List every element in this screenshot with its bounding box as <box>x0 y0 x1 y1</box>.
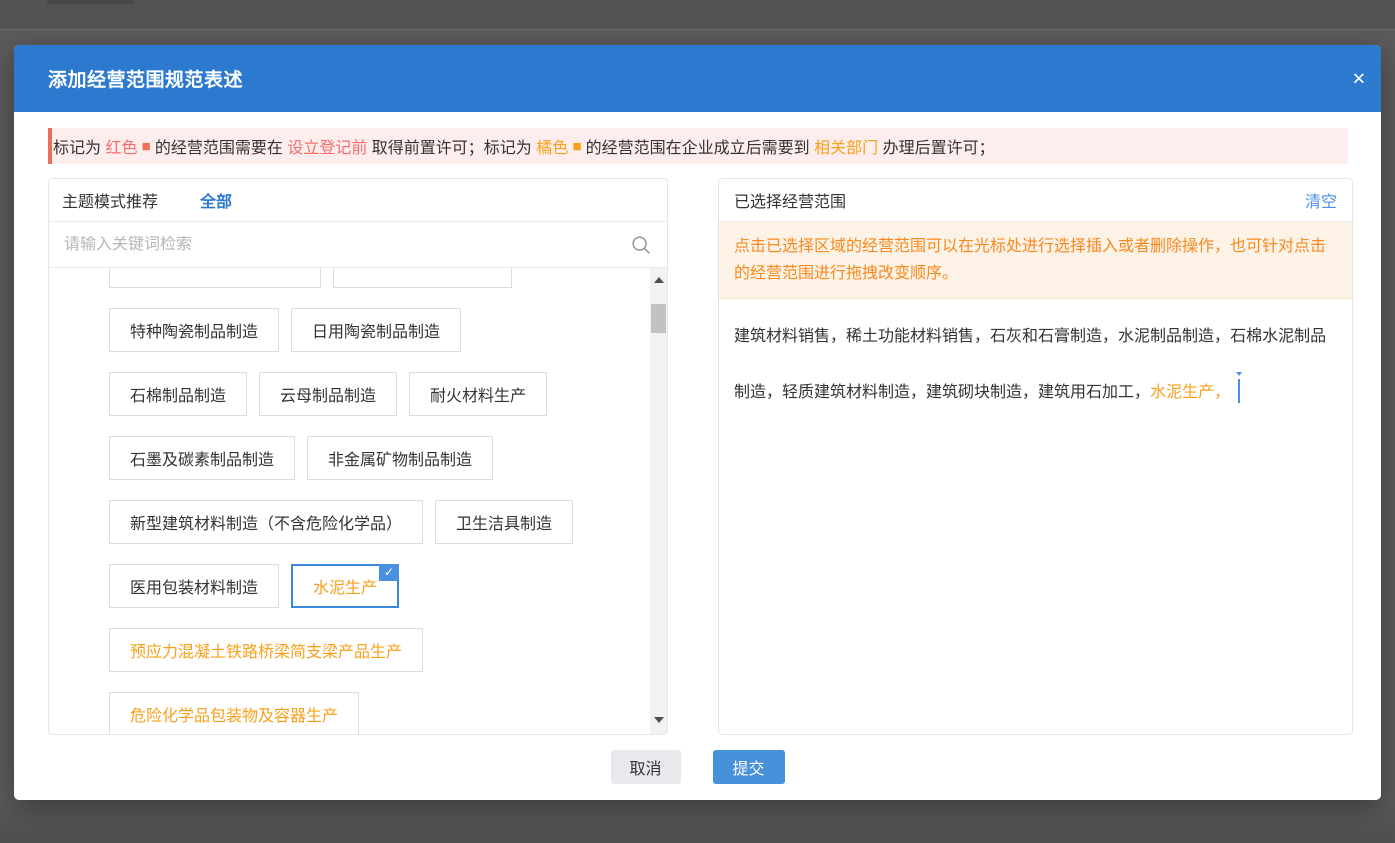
tag-label: 水泥生产 <box>313 574 377 598</box>
check-icon: ✓ <box>379 564 399 581</box>
related-department-link: 相关部门 <box>814 134 878 158</box>
tag-label: 非金属矿物制品制造 <box>328 446 472 470</box>
tag-button[interactable]: 卫生洁具制造 <box>435 500 573 544</box>
selected-scope-text-area[interactable]: 建筑材料销售，稀土功能材料销售，石灰和石膏制造，水泥制品制造，石棉水泥制品制造，… <box>719 299 1352 734</box>
text-caret <box>1238 379 1240 403</box>
dimmed-page-background <box>0 0 1395 30</box>
tag-button[interactable]: 日用陶瓷制品制造 <box>291 308 461 352</box>
notice-text: 标记为 <box>53 134 105 158</box>
tag-button[interactable]: 石墨及碳素制品制造 <box>109 436 295 480</box>
notice-text: 办理后置许可； <box>878 134 994 158</box>
selected-scope-item[interactable]: 石灰和石膏制造， <box>990 328 1118 345</box>
tab-theme-mode[interactable]: 主题模式推荐 <box>62 188 158 212</box>
scrollbar[interactable] <box>650 268 667 734</box>
selected-scope-panel: 已选择经营范围 清空 点击已选择区域的经营范围可以在光标处进行选择插入或者删除操… <box>718 178 1353 735</box>
dimmed-page-text-remnant <box>47 0 135 4</box>
tag-label: 石棉制品制造 <box>130 382 226 406</box>
drag-hint-text: 点击已选择区域的经营范围可以在光标处进行选择插入或者删除操作，也可针对点击的经营… <box>719 222 1352 299</box>
selected-scope-item[interactable]: 建筑用石加工， <box>1038 384 1150 401</box>
tag-label: 特种陶瓷制品制造 <box>130 318 258 342</box>
tag-label: 新型建筑材料制造（不含危险化学品） <box>130 510 402 534</box>
tag-label: 卫生洁具制造 <box>456 510 552 534</box>
selected-scope-item[interactable]: 水泥制品制造， <box>1118 328 1230 345</box>
tag-row: 石墨及碳素制品制造 非金属矿物制品制造 <box>109 436 637 480</box>
tag-button-partial[interactable] <box>109 268 321 288</box>
scroll-up-icon[interactable] <box>650 272 667 288</box>
tag-label: 日用陶瓷制品制造 <box>312 318 440 342</box>
tag-button[interactable]: 云母制品制造 <box>259 372 397 416</box>
selected-scope-item[interactable]: 轻质建筑材料制造， <box>782 384 926 401</box>
dialog-footer: 取消 提交 <box>14 750 1381 784</box>
tag-button[interactable]: 非金属矿物制品制造 <box>307 436 493 480</box>
tag-button[interactable]: 医用包装材料制造 <box>109 564 279 608</box>
keyword-search-bar <box>49 222 667 268</box>
tag-row <box>109 268 637 288</box>
submit-button[interactable]: 提交 <box>713 750 785 784</box>
selected-scope-item[interactable]: 建筑材料销售， <box>734 328 846 345</box>
tag-label: 危险化学品包装物及容器生产 <box>130 702 338 726</box>
selected-scope-item[interactable]: 建筑砌块制造， <box>926 384 1038 401</box>
catalog-tabs: 主题模式推荐 全部 <box>49 179 667 222</box>
selected-panel-title: 已选择经营范围 <box>734 188 846 212</box>
tag-button[interactable]: 预应力混凝土铁路桥梁简支梁产品生产 <box>109 628 423 672</box>
dialog-body: 主题模式推荐 全部 特种陶瓷制品制造 日用陶瓷制品制造石棉制品制造 云母制品制造 耐火… <box>48 178 1353 735</box>
overlay-bottom-shade <box>0 800 1395 843</box>
scroll-down-icon[interactable] <box>650 712 667 728</box>
search-input[interactable] <box>64 236 630 254</box>
orange-word: 橘色 <box>536 134 568 158</box>
dialog-header: 添加经营范围规范表述 ✕ <box>14 45 1381 112</box>
tag-row: 石棉制品制造 云母制品制造 耐火材料生产 <box>109 372 637 416</box>
tag-button[interactable]: 新型建筑材料制造（不含危险化学品） <box>109 500 423 544</box>
clear-all-link[interactable]: 清空 <box>1305 188 1337 212</box>
tab-all[interactable]: 全部 <box>200 188 232 212</box>
tag-label: 耐火材料生产 <box>430 382 526 406</box>
tag-row: 特种陶瓷制品制造 日用陶瓷制品制造 <box>109 308 637 352</box>
tag-label: 云母制品制造 <box>280 382 376 406</box>
scope-catalog-panel: 主题模式推荐 全部 特种陶瓷制品制造 日用陶瓷制品制造石棉制品制造 云母制品制造 耐火… <box>48 178 668 735</box>
pre-registration-link: 设立登记前 <box>287 134 367 158</box>
notice-text: 取得前置许可；标记为 <box>367 134 536 158</box>
tag-list: 特种陶瓷制品制造 日用陶瓷制品制造石棉制品制造 云母制品制造 耐火材料生产石墨及碳素制… <box>49 268 667 734</box>
scrollbar-thumb[interactable] <box>651 304 666 333</box>
red-square-icon: ■ <box>137 138 154 155</box>
legend-notice-bar: 标记为 红色 ■ 的经营范围需要在 设立登记前 取得前置许可；标记为 橘色 ■ … <box>48 128 1348 164</box>
tag-button[interactable]: 石棉制品制造 <box>109 372 247 416</box>
search-icon[interactable] <box>630 234 652 256</box>
tag-label: 医用包装材料制造 <box>130 574 258 598</box>
add-business-scope-dialog: 添加经营范围规范表述 ✕ 标记为 红色 ■ 的经营范围需要在 设立登记前 取得前… <box>14 45 1381 800</box>
tag-button[interactable]: 水泥生产✓ <box>291 564 399 608</box>
notice-text: 的经营范围需要在 <box>155 134 287 158</box>
selected-panel-header: 已选择经营范围 清空 <box>719 179 1352 222</box>
red-word: 红色 <box>105 134 137 158</box>
selected-scope-item[interactable]: 稀土功能材料销售， <box>846 328 990 345</box>
tag-button[interactable]: 危险化学品包装物及容器生产 <box>109 692 359 734</box>
tag-button[interactable]: 耐火材料生产 <box>409 372 547 416</box>
tag-label: 石墨及碳素制品制造 <box>130 446 274 470</box>
tag-row: 医用包装材料制造 水泥生产✓ <box>109 564 637 608</box>
tag-row: 新型建筑材料制造（不含危险化学品） 卫生洁具制造 <box>109 500 637 544</box>
close-icon[interactable]: ✕ <box>1352 70 1366 87</box>
tag-row: 预应力混凝土铁路桥梁简支梁产品生产 <box>109 628 637 672</box>
tag-row: 危险化学品包装物及容器生产 <box>109 692 637 734</box>
cancel-button[interactable]: 取消 <box>611 750 681 784</box>
tag-label: 预应力混凝土铁路桥梁简支梁产品生产 <box>130 638 402 662</box>
dialog-title: 添加经营范围规范表述 <box>48 65 243 92</box>
selected-scope-item[interactable]: 水泥生产， <box>1150 384 1230 401</box>
tag-button[interactable]: 特种陶瓷制品制造 <box>109 308 279 352</box>
tag-button-partial[interactable] <box>333 268 512 288</box>
notice-text: 的经营范围在企业成立后需要到 <box>586 134 814 158</box>
orange-square-icon: ■ <box>568 138 585 155</box>
